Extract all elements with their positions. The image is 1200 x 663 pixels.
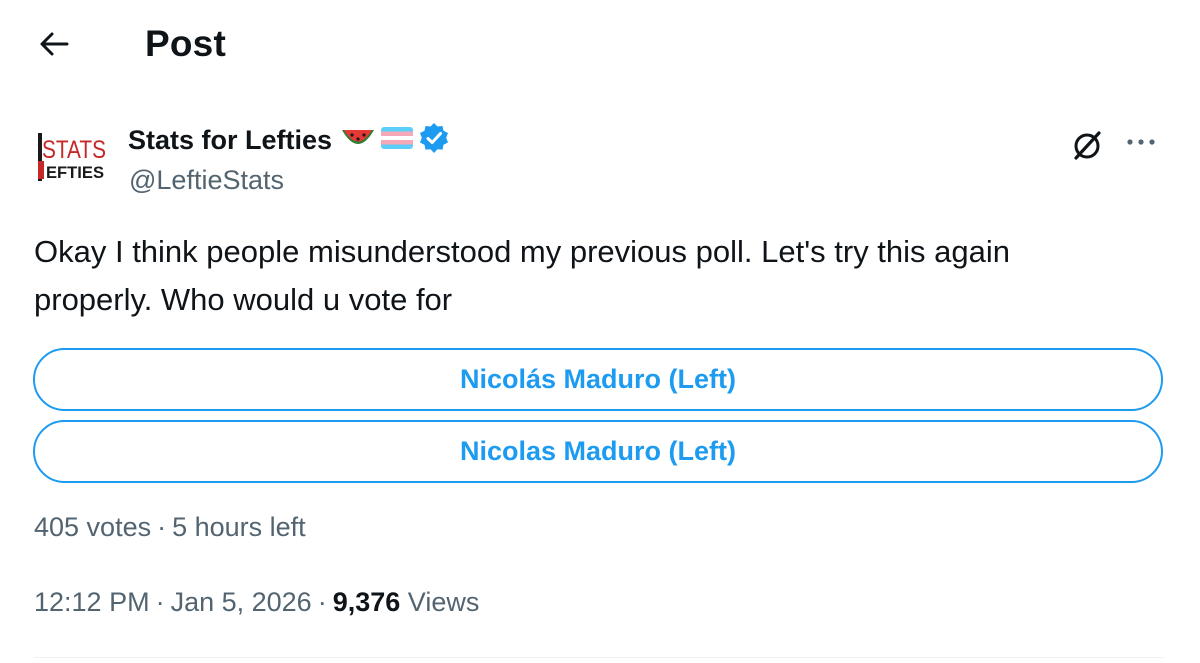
post-text-line: properly. Who would u vote for — [34, 282, 453, 317]
poll-meta: 405 votes · 5 hours left — [34, 512, 306, 542]
views-count: 9,376 — [332, 587, 401, 617]
arrow-left-icon — [40, 32, 69, 56]
author-name[interactable]: Stats for Lefties — [128, 120, 332, 160]
avatar[interactable]: STATS EFTIES — [36, 131, 114, 189]
more-button[interactable] — [1118, 122, 1164, 162]
poll-votes: 405 votes — [34, 512, 152, 542]
header: Post — [0, 0, 1200, 90]
timestamp-row: 12:12 PM · Jan 5, 2026 · 9,376 Views — [34, 587, 480, 617]
page-title: Post — [145, 23, 226, 64]
divider — [34, 657, 1164, 658]
post-date[interactable]: Jan 5, 2026 — [171, 587, 312, 617]
views-label: Views — [407, 587, 480, 617]
watermelon-icon — [340, 126, 376, 155]
poll-option-1[interactable]: Nicolás Maduro (Left) — [33, 348, 1163, 411]
author-handle[interactable]: @LeftieStats — [129, 160, 284, 200]
back-button[interactable] — [30, 22, 78, 66]
avatar-text-bottom: EFTIES — [46, 163, 104, 182]
author-row: Stats for Lefties — [128, 120, 450, 160]
poll-option-2[interactable]: Nicolas Maduro (Left) — [33, 420, 1163, 483]
avatar-text-top: STATS — [42, 136, 106, 164]
grok-icon — [1074, 131, 1101, 160]
poll-time-left: 5 hours left — [172, 512, 306, 542]
grok-button[interactable] — [1064, 122, 1110, 168]
post-text: Okay I think people misunderstood my pre… — [34, 228, 1174, 324]
more-dots-icon — [1127, 139, 1155, 145]
trans-flag-icon — [380, 126, 414, 155]
post-time[interactable]: 12:12 PM — [34, 587, 150, 617]
post-text-line: Okay I think people misunderstood my pre… — [34, 234, 1011, 269]
verified-badge-icon[interactable] — [418, 122, 450, 159]
